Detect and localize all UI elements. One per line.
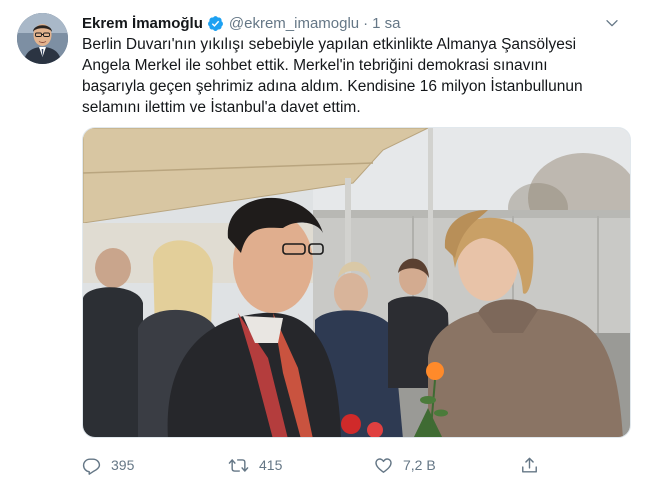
tweet-actions: 395 415 7,2 B — [82, 453, 642, 477]
reply-count: 395 — [111, 457, 135, 473]
reply-icon — [82, 456, 101, 475]
tweet-photo[interactable] — [82, 127, 631, 438]
like-count: 7,2 B — [403, 457, 436, 473]
tweet-text-line: Angela Merkel ile sohbet ettik. Merkel'i… — [82, 57, 548, 74]
reply-button[interactable]: 395 — [82, 456, 134, 475]
verified-badge-icon — [207, 15, 224, 32]
tweet-header: Ekrem İmamoğlu @ekrem_imamoglu · 1 sa — [82, 13, 628, 33]
display-name[interactable]: Ekrem İmamoğlu — [82, 15, 203, 32]
separator-dot: · — [363, 14, 369, 32]
share-button[interactable] — [520, 456, 539, 475]
tweet-text-line: selamını ilettim ve İstanbul'a davet ett… — [82, 99, 361, 116]
timestamp[interactable]: 1 sa — [372, 15, 400, 32]
like-button[interactable]: 7,2 B — [374, 456, 436, 475]
tweet-text: Berlin Duvarı'nın yıkılışı sebebiyle yap… — [82, 34, 627, 118]
avatar-image — [17, 13, 68, 64]
chevron-down-icon[interactable] — [602, 13, 622, 33]
tweet-text-line: başarıyla geçen şehrimiz adına aldım. Ke… — [82, 78, 583, 95]
retweet-count: 415 — [259, 457, 283, 473]
photo-illustration — [83, 128, 630, 437]
heart-icon — [374, 456, 393, 475]
retweet-icon — [228, 456, 249, 475]
share-icon — [520, 456, 539, 475]
handle[interactable]: @ekrem_imamoglu — [229, 15, 359, 32]
avatar[interactable] — [17, 13, 68, 64]
retweet-button[interactable]: 415 — [228, 456, 282, 475]
tweet-text-line: Berlin Duvarı'nın yıkılışı sebebiyle yap… — [82, 36, 577, 53]
tweet-card[interactable]: Ekrem İmamoğlu @ekrem_imamoglu · 1 sa Be… — [0, 0, 648, 481]
